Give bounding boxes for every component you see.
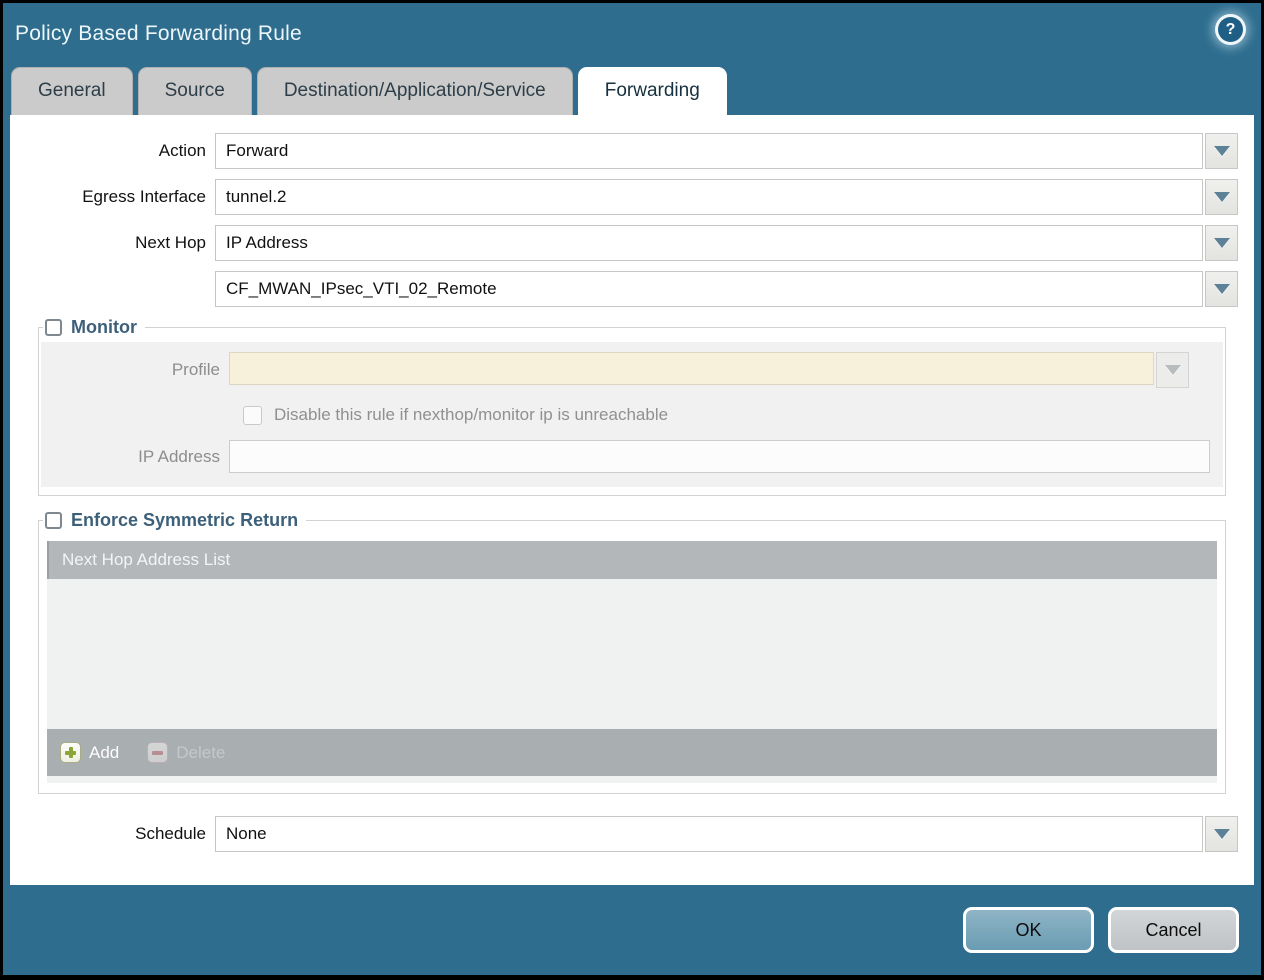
action-dropdown-button[interactable] bbox=[1205, 133, 1238, 169]
monitor-ip-address-row: IP Address bbox=[41, 440, 1223, 473]
chevron-down-icon bbox=[1214, 829, 1230, 839]
egress-interface-row: Egress Interface bbox=[10, 179, 1238, 215]
egress-interface-input[interactable] bbox=[215, 179, 1203, 215]
next-hop-type-input[interactable] bbox=[215, 225, 1203, 261]
schedule-row: Schedule bbox=[10, 816, 1238, 852]
monitor-checkbox[interactable] bbox=[45, 319, 62, 336]
next-hop-type-dropdown-button[interactable] bbox=[1205, 225, 1238, 261]
profile-dropdown-button bbox=[1156, 352, 1189, 388]
chevron-down-icon bbox=[1214, 192, 1230, 202]
monitor-fieldset: Monitor Profile Disable this rule if nex… bbox=[38, 317, 1226, 496]
next-hop-address-list-body[interactable] bbox=[47, 579, 1217, 729]
add-button-label: Add bbox=[89, 743, 119, 763]
help-icon[interactable]: ? bbox=[1218, 17, 1243, 42]
next-hop-value-row bbox=[10, 271, 1238, 307]
next-hop-address-dropdown-button[interactable] bbox=[1205, 271, 1238, 307]
minus-icon bbox=[147, 742, 168, 763]
monitor-ip-address-input bbox=[229, 440, 1210, 473]
enforce-symmetric-return-legend: Enforce Symmetric Return bbox=[43, 510, 306, 531]
plus-icon bbox=[60, 742, 81, 763]
policy-based-forwarding-dialog: Policy Based Forwarding Rule ? General S… bbox=[3, 3, 1261, 975]
tab-forwarding[interactable]: Forwarding bbox=[578, 67, 727, 115]
profile-row: Profile bbox=[41, 352, 1223, 388]
action-label: Action bbox=[10, 141, 215, 161]
next-hop-row: Next Hop bbox=[10, 225, 1238, 261]
monitor-legend: Monitor bbox=[43, 317, 145, 338]
enforce-symmetric-return-legend-label: Enforce Symmetric Return bbox=[71, 510, 298, 531]
tab-content-forwarding: Action Egress Interface Next Hop bbox=[10, 115, 1254, 885]
next-hop-address-list-header: Next Hop Address List bbox=[47, 541, 1217, 579]
dialog-title: Policy Based Forwarding Rule bbox=[15, 22, 302, 46]
monitor-ip-address-label: IP Address bbox=[41, 447, 229, 467]
cancel-button[interactable]: Cancel bbox=[1108, 907, 1239, 953]
schedule-dropdown-button[interactable] bbox=[1205, 816, 1238, 852]
dialog-footer: OK Cancel bbox=[3, 885, 1261, 975]
egress-interface-label: Egress Interface bbox=[10, 187, 215, 207]
delete-button-label: Delete bbox=[176, 743, 225, 763]
ok-button[interactable]: OK bbox=[963, 907, 1094, 953]
monitor-legend-label: Monitor bbox=[71, 317, 137, 338]
add-button[interactable]: Add bbox=[60, 742, 119, 763]
tab-source[interactable]: Source bbox=[138, 67, 252, 115]
next-hop-address-list-table: Next Hop Address List Add Delete bbox=[47, 541, 1217, 783]
action-input[interactable] bbox=[215, 133, 1203, 169]
next-hop-label: Next Hop bbox=[10, 233, 215, 253]
table-bottom-strip bbox=[47, 776, 1217, 783]
next-hop-address-input[interactable] bbox=[215, 271, 1203, 307]
chevron-down-icon bbox=[1214, 146, 1230, 156]
tab-general[interactable]: General bbox=[11, 67, 133, 115]
disable-rule-label: Disable this rule if nexthop/monitor ip … bbox=[274, 405, 668, 425]
profile-input bbox=[229, 352, 1154, 385]
chevron-down-icon bbox=[1165, 365, 1181, 375]
disable-rule-checkbox bbox=[243, 406, 262, 425]
disable-rule-row: Disable this rule if nexthop/monitor ip … bbox=[243, 405, 1223, 425]
chevron-down-icon bbox=[1214, 238, 1230, 248]
tab-destination-application-service[interactable]: Destination/Application/Service bbox=[257, 67, 573, 115]
enforce-symmetric-return-fieldset: Enforce Symmetric Return Next Hop Addres… bbox=[38, 510, 1226, 794]
schedule-input[interactable] bbox=[215, 816, 1203, 852]
schedule-label: Schedule bbox=[10, 824, 215, 844]
dialog-titlebar: Policy Based Forwarding Rule ? bbox=[3, 3, 1261, 65]
profile-label: Profile bbox=[41, 360, 229, 380]
action-row: Action bbox=[10, 133, 1238, 169]
next-hop-address-list-header-label: Next Hop Address List bbox=[62, 550, 230, 570]
next-hop-address-list-toolbar: Add Delete bbox=[47, 729, 1217, 776]
delete-button: Delete bbox=[147, 742, 225, 763]
egress-interface-dropdown-button[interactable] bbox=[1205, 179, 1238, 215]
monitor-panel: Profile Disable this rule if nexthop/mon… bbox=[41, 342, 1223, 487]
tab-bar: General Source Destination/Application/S… bbox=[3, 65, 1261, 115]
enforce-symmetric-return-checkbox[interactable] bbox=[45, 512, 62, 529]
chevron-down-icon bbox=[1214, 284, 1230, 294]
